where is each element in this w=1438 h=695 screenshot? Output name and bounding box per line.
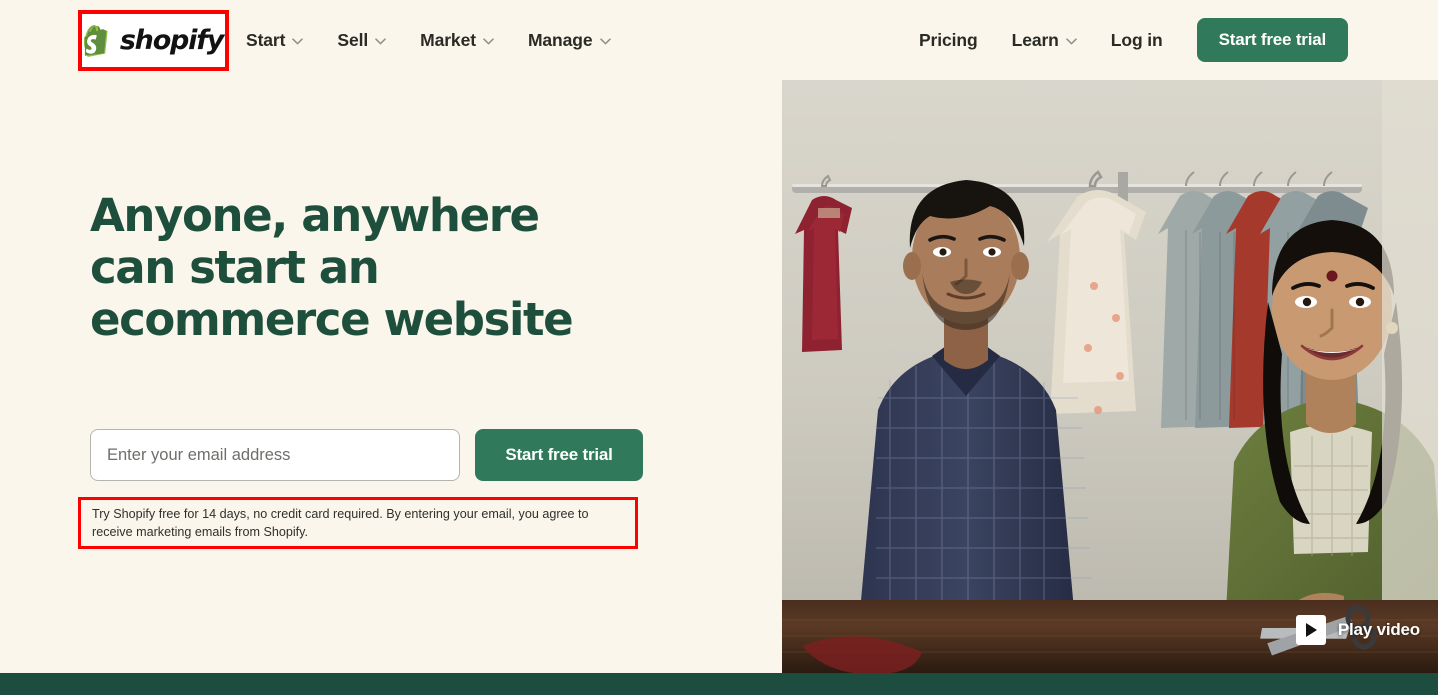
chevron-down-icon — [483, 37, 494, 45]
primary-nav-menu: Start Sell Market Manage — [246, 0, 611, 80]
chevron-down-icon — [375, 37, 386, 45]
email-input[interactable] — [90, 429, 460, 481]
nav-item-sell[interactable]: Sell — [337, 30, 386, 51]
nav-item-market[interactable]: Market — [420, 30, 494, 51]
shopify-logo[interactable]: shopify — [78, 10, 229, 71]
top-navigation-bar: shopify Start Sell Market Manage Pricing… — [0, 0, 1438, 80]
nav-item-learn-label: Learn — [1011, 29, 1059, 50]
chevron-down-icon — [599, 37, 611, 45]
nav-item-login[interactable]: Log in — [1111, 30, 1163, 51]
nav-item-manage[interactable]: Manage — [528, 30, 611, 51]
footer-strip — [0, 673, 1438, 695]
disclaimer-annotation-box: Try Shopify free for 14 days, no credit … — [78, 497, 638, 549]
chevron-down-icon — [1066, 37, 1077, 45]
secondary-nav-menu: Pricing Learn Log in Start free trial — [919, 0, 1348, 80]
nav-item-market-label: Market — [420, 29, 476, 50]
nav-item-manage-label: Manage — [527, 29, 593, 50]
play-video-button[interactable]: Play video — [1295, 615, 1420, 645]
disclaimer-text: Try Shopify free for 14 days, no credit … — [92, 506, 589, 539]
nav-item-pricing[interactable]: Pricing — [919, 30, 978, 51]
play-video-label: Play video — [1337, 620, 1420, 639]
email-signup-form: Start free trial — [90, 429, 643, 481]
chevron-down-icon — [292, 37, 304, 45]
play-triangle-icon — [1295, 615, 1326, 645]
shopify-bag-icon — [81, 24, 112, 57]
nav-item-start-label: Start — [246, 29, 286, 50]
nav-item-learn[interactable]: Learn — [1012, 30, 1077, 51]
nav-item-start[interactable]: Start — [246, 29, 304, 51]
nav-item-sell-label: Sell — [337, 29, 369, 50]
hero-content: Anyone, anywhere can start an ecommerce … — [90, 189, 690, 347]
nav-start-free-trial-button[interactable]: Start free trial — [1196, 18, 1348, 62]
shopify-landing-page: shopify Start Sell Market Manage Pricing… — [0, 0, 1438, 695]
page-title: Anyone, anywhere can start an ecommerce … — [90, 189, 574, 347]
hero-start-free-trial-button[interactable]: Start free trial — [475, 429, 643, 481]
shopify-wordmark: shopify — [119, 25, 225, 56]
hero-image: Play video — [782, 80, 1438, 673]
